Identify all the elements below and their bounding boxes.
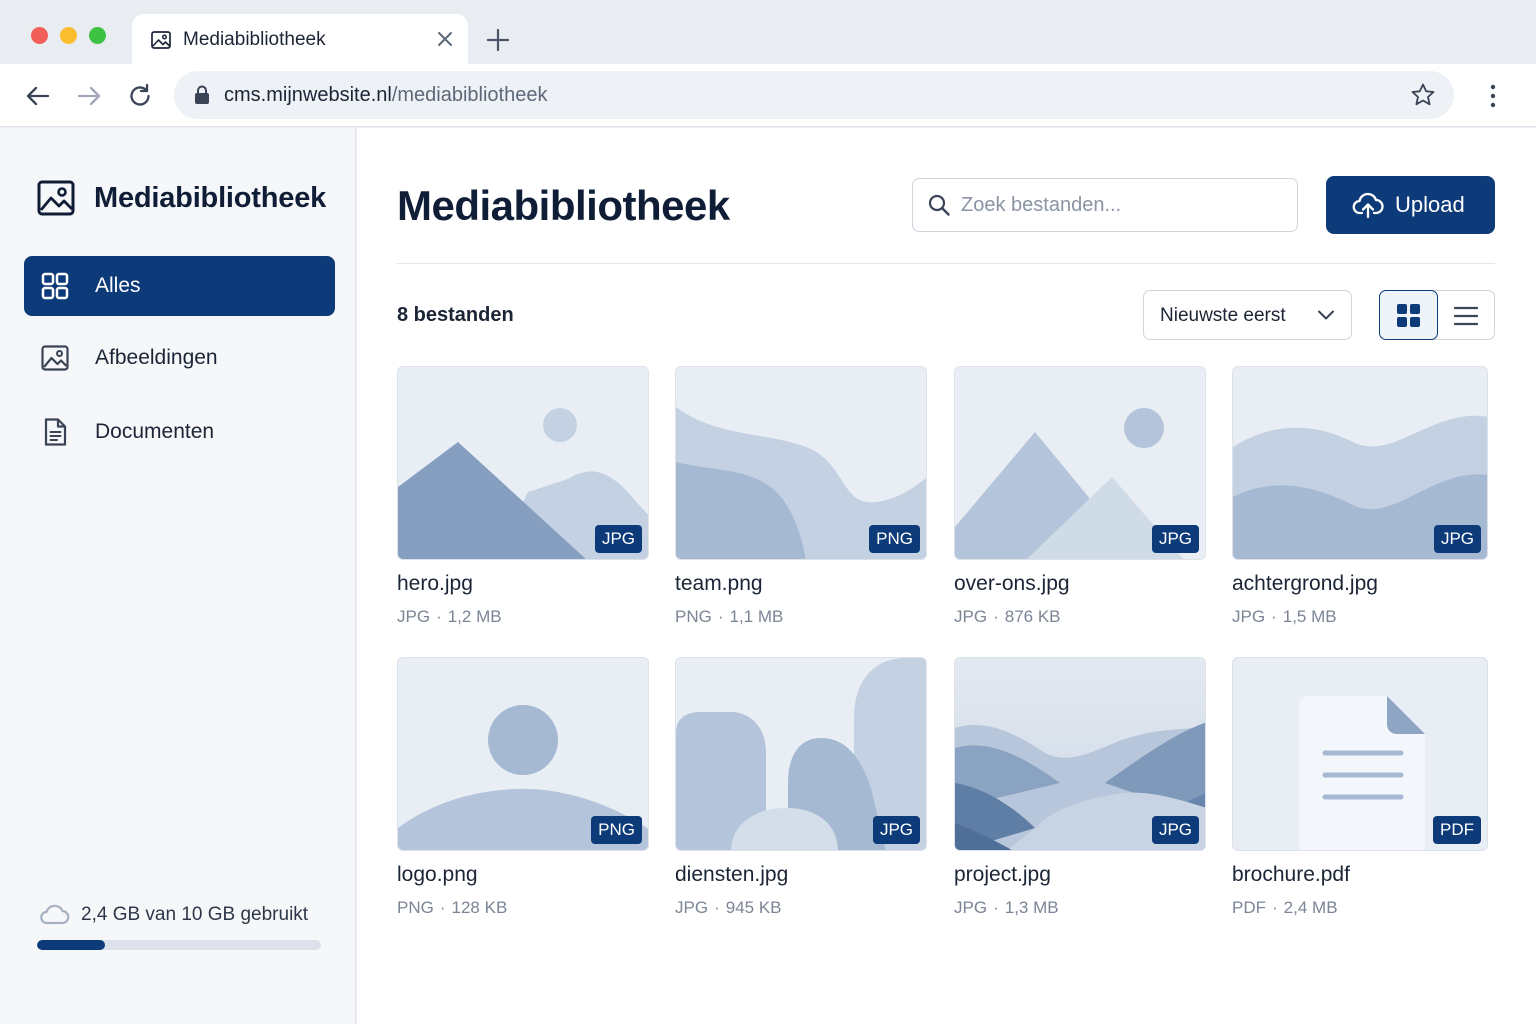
- image-icon: [37, 180, 75, 216]
- image-icon: [151, 31, 171, 49]
- window-close-button[interactable]: [31, 27, 48, 44]
- url-text: cms.mijnwebsite.nl/mediabibliotheek: [224, 84, 548, 106]
- document-icon: [44, 418, 67, 446]
- browser-tab[interactable]: Mediabibliotheek: [132, 14, 468, 66]
- more-vertical-icon[interactable]: [1480, 82, 1506, 110]
- file-meta: PNG · 1,1 MB: [675, 607, 784, 626]
- sort-dropdown-value: Nieuwste eerst: [1160, 305, 1286, 326]
- file-name: diensten.jpg: [675, 863, 789, 886]
- window-maximize-button[interactable]: [89, 27, 106, 44]
- file-thumbnail: PDF: [1232, 657, 1488, 851]
- file-meta: JPG · 1,2 MB: [397, 607, 502, 626]
- search-input[interactable]: [961, 189, 1281, 221]
- file-meta: JPG · 1,5 MB: [1232, 607, 1337, 626]
- main-content: Mediabibliotheek Upload 8 bestanden Nieu…: [357, 128, 1536, 1024]
- file-count: 8 bestanden: [397, 304, 514, 326]
- file-meta: JPG · 945 KB: [675, 898, 782, 917]
- list-view-button[interactable]: [1438, 291, 1494, 339]
- page-title: Mediabibliotheek: [397, 182, 730, 229]
- file-card-team[interactable]: PNG team.png PNG · 1,1 MB: [675, 366, 927, 628]
- browser-toolbar: cms.mijnwebsite.nl/mediabibliotheek: [0, 64, 1536, 127]
- star-icon[interactable]: [1410, 82, 1436, 108]
- file-card-diensten[interactable]: JPG diensten.jpg JPG · 945 KB: [675, 657, 927, 919]
- file-thumbnail: JPG: [397, 366, 649, 560]
- grid-view-button[interactable]: [1379, 290, 1438, 340]
- file-thumbnail: JPG: [954, 657, 1206, 851]
- file-type-badge: JPG: [1433, 525, 1481, 553]
- file-name: project.jpg: [954, 863, 1051, 886]
- sidebar-item-label: Alles: [95, 274, 141, 297]
- header-divider: [397, 263, 1495, 264]
- plus-icon[interactable]: [484, 26, 512, 54]
- cloud-upload-icon: [1352, 192, 1384, 219]
- file-type-badge: JPG: [1151, 816, 1199, 844]
- upload-button-label: Upload: [1395, 192, 1465, 217]
- arrow-left-icon[interactable]: [24, 82, 52, 110]
- sidebar-item-documenten[interactable]: Documenten: [24, 402, 335, 462]
- file-thumbnail: PNG: [397, 657, 649, 851]
- image-icon: [41, 345, 69, 371]
- file-card-achtergrond[interactable]: JPG achtergrond.jpg JPG · 1,5 MB: [1232, 366, 1488, 628]
- file-meta: PNG · 128 KB: [397, 898, 508, 917]
- file-name: over-ons.jpg: [954, 572, 1070, 595]
- chevron-down-icon: [1318, 310, 1334, 320]
- upload-button[interactable]: Upload: [1326, 176, 1495, 234]
- file-type-badge: JPG: [594, 525, 642, 553]
- window-minimize-button[interactable]: [60, 27, 77, 44]
- reload-icon[interactable]: [126, 82, 154, 110]
- file-name: achtergrond.jpg: [1232, 572, 1378, 595]
- sidebar-item-alles[interactable]: Alles: [24, 256, 335, 316]
- file-name: logo.png: [397, 863, 478, 886]
- storage-progress-bar: [37, 940, 321, 950]
- file-type-badge: PNG: [591, 816, 642, 844]
- file-type-badge: PNG: [869, 525, 920, 553]
- file-name: brochure.pdf: [1232, 863, 1350, 886]
- file-thumbnail: PNG: [675, 366, 927, 560]
- cloud-icon: [40, 904, 70, 925]
- file-type-badge: JPG: [1151, 525, 1199, 553]
- sidebar-title: Mediabibliotheek: [94, 182, 327, 214]
- sort-dropdown[interactable]: Nieuwste eerst: [1143, 290, 1352, 340]
- file-meta: JPG · 876 KB: [954, 607, 1061, 626]
- file-thumbnail: JPG: [675, 657, 927, 851]
- sidebar-item-label: Afbeeldingen: [95, 346, 218, 369]
- grid-icon: [41, 272, 69, 300]
- lock-icon: [195, 85, 209, 104]
- list-view-icon: [1453, 306, 1479, 326]
- sidebar-item-label: Documenten: [95, 420, 215, 443]
- file-card-project[interactable]: JPG project.jpg JPG · 1,3 MB: [954, 657, 1206, 919]
- tab-title: Mediabibliotheek: [183, 29, 326, 50]
- arrow-right-icon[interactable]: [75, 82, 103, 110]
- file-meta: JPG · 1,3 MB: [954, 898, 1059, 917]
- search-box[interactable]: [912, 178, 1298, 232]
- file-card-logo[interactable]: PNG logo.png PNG · 128 KB: [397, 657, 649, 919]
- file-meta: PDF · 2,4 MB: [1232, 898, 1338, 917]
- browser-tab-bar: Mediabibliotheek: [0, 0, 1536, 66]
- sidebar-item-afbeeldingen[interactable]: Afbeeldingen: [24, 328, 335, 388]
- storage-progress-fill: [37, 940, 106, 950]
- file-type-badge: JPG: [872, 816, 920, 844]
- file-card-brochure[interactable]: PDF brochure.pdf PDF · 2,4 MB: [1232, 657, 1488, 919]
- file-type-badge: PDF: [1433, 816, 1481, 844]
- search-icon: [928, 194, 950, 216]
- file-card-hero[interactable]: JPG hero.jpg JPG · 1,2 MB: [397, 366, 649, 628]
- file-thumbnail: JPG: [954, 366, 1206, 560]
- view-mode-toggle: [1379, 290, 1495, 340]
- sidebar: Mediabibliotheek Alles Afbeeldingen Docu…: [0, 128, 356, 1024]
- file-name: hero.jpg: [397, 572, 473, 595]
- grid-view-icon: [1397, 304, 1420, 327]
- close-icon[interactable]: [432, 26, 458, 52]
- file-card-over-ons[interactable]: JPG over-ons.jpg JPG · 876 KB: [954, 366, 1206, 628]
- file-name: team.png: [675, 572, 763, 595]
- address-bar[interactable]: cms.mijnwebsite.nl/mediabibliotheek: [174, 71, 1454, 119]
- storage-usage-text: 2,4 GB van 10 GB gebruikt: [81, 904, 309, 925]
- file-thumbnail: JPG: [1232, 366, 1488, 560]
